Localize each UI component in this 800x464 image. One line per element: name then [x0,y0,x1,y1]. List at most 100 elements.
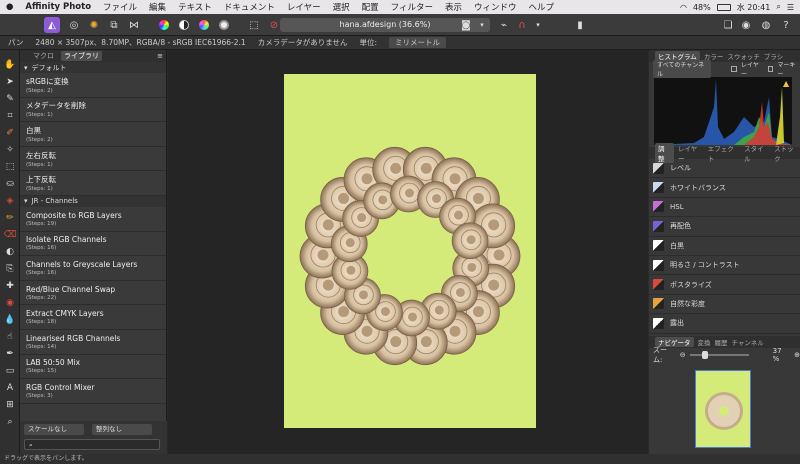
tab-macro[interactable]: マクロ [30,51,57,61]
menu-document[interactable]: ドキュメント [218,1,281,13]
pen-tool-icon[interactable]: ✒ [3,347,17,361]
document-canvas[interactable] [284,74,536,428]
spotlight-icon[interactable]: ⌕ [776,2,780,12]
text-tool-icon[interactable]: A [3,381,17,395]
zoom-out-icon[interactable]: ⊖ [680,351,686,359]
mask-dropdown-icon[interactable]: ▾ [474,17,490,33]
canvas-area[interactable] [168,50,648,454]
help-icon[interactable]: ? [778,17,794,33]
mesh-warp-icon[interactable]: ⊞ [3,398,17,412]
units-select[interactable]: ミリメートル [389,37,447,48]
user-icon[interactable]: ◉ [738,17,754,33]
wifi-icon[interactable]: ◠ [680,3,687,12]
zoom-slider-thumb[interactable] [701,350,708,359]
adjustment-item[interactable]: 露出 [649,314,800,334]
battery-icon[interactable] [716,3,731,11]
macro-item[interactable]: RGB Control Mixer (Steps: 3) [20,379,166,404]
adjustment-item[interactable]: 白黒 [649,237,800,256]
shape-tool-icon[interactable]: ▭ [3,364,17,378]
disclosure-icon[interactable]: ▾ [24,197,28,205]
macro-item[interactable]: Linearised RGB Channels (Steps: 14) [20,330,166,355]
adjustment-item[interactable]: 明るさ / コントラスト [649,256,800,276]
macro-item[interactable]: 左右反転 (Steps: 1) [20,147,166,172]
channel-select[interactable]: すべてのチャンネル [653,60,712,78]
tab-channels[interactable]: チャンネル [732,337,764,347]
macro-item[interactable]: Isolate RGB Channels (Steps: 16) [20,232,166,257]
macro-item[interactable]: 白黒 (Steps: 2) [20,122,166,147]
globe-icon[interactable]: ◍ [758,17,774,33]
menu-text[interactable]: テキスト [172,1,218,13]
move-tool-icon[interactable]: ➤ [3,75,17,89]
adjustment-item[interactable]: 自然な彩度 [649,295,800,315]
menu-help[interactable]: ヘルプ [522,1,560,13]
navigator-preview[interactable] [695,370,751,448]
disclosure-icon[interactable]: ▾ [24,64,28,72]
adjustment-item[interactable]: HSL [649,198,800,218]
fill-tool-icon[interactable]: ⛀ [3,177,17,191]
clone-brush-icon[interactable]: ⎘ [3,262,17,276]
adjustment-item[interactable]: ポスタライズ [649,275,800,295]
tab-transform[interactable]: 変換 [698,337,711,347]
battery-text[interactable]: 48% [693,3,711,12]
snap-dropdown-icon[interactable]: ▾ [530,17,546,33]
menu-filter[interactable]: フィルター [385,1,439,13]
menu-file[interactable]: ファイル [97,1,143,13]
control-center-icon[interactable]: ☰ [787,3,794,12]
hand-tool-icon[interactable]: ✋ [3,58,17,72]
marquee-tool-icon[interactable]: ⬚ [3,160,17,174]
flood-select-icon[interactable]: ✧ [3,143,17,157]
macro-item[interactable]: Red/Blue Channel Swap (Steps: 22) [20,281,166,306]
adjustment-item[interactable]: 再配色 [649,217,800,237]
arrange-icon[interactable]: ❏ [720,17,736,33]
gradient-tool-icon[interactable]: ◈ [3,194,17,208]
selection-brush-icon[interactable]: ✐ [3,126,17,140]
macro-item[interactable]: LAB 50:50 Mix (Steps: 15) [20,355,166,380]
liquify-persona-icon[interactable]: ◎ [66,17,82,33]
smudge-brush-icon[interactable]: ☝ [3,330,17,344]
macro-item[interactable]: Composite to RGB Layers (Steps: 19) [20,207,166,232]
blur-brush-icon[interactable]: 💧 [3,313,17,327]
assistant-icon[interactable]: ▮ [572,17,588,33]
library-search-input[interactable]: ⌕ [24,439,160,450]
white-balance-toolbar-icon[interactable] [216,17,232,33]
select-all-icon[interactable]: ⬚ [246,17,262,33]
menu-view[interactable]: 表示 [439,1,468,13]
macro-item[interactable]: Min/Max Greyscale Layers [20,404,166,407]
zoom-in-icon[interactable]: ⊕ [794,351,800,359]
crop-tool-icon[interactable]: ⌗ [3,109,17,123]
snap-icon[interactable]: ∩ [514,17,530,33]
layer-checkbox[interactable] [731,66,738,72]
dodge-brush-icon[interactable]: ◐ [3,245,17,259]
photo-persona-icon[interactable]: ◭ [44,17,60,33]
zoom-tool-icon[interactable]: ⌕ [3,415,17,429]
blemish-tool-icon[interactable]: ✚ [3,279,17,293]
panel-menu-icon[interactable]: ≡ [157,52,166,60]
color-wheel-icon[interactable] [156,17,172,33]
scale-select[interactable]: スケールなし [24,424,84,435]
category-jr-channels[interactable]: ▾ JR - Channels [20,195,166,207]
saturation-icon[interactable] [196,17,212,33]
zoom-slider[interactable] [689,350,749,359]
clock[interactable]: 水 20:41 [737,2,771,13]
app-menu[interactable]: Affinity Photo [19,2,97,12]
tab-adjustments[interactable]: 調整 [655,143,674,163]
quick-mask-icon[interactable]: ◙ [458,17,474,33]
tone-mapping-persona-icon[interactable]: ⧉ [106,17,122,33]
macro-item[interactable]: メタデータを削除 (Steps: 1) [20,98,166,123]
menu-edit[interactable]: 編集 [143,1,172,13]
contrast-icon[interactable] [176,17,192,33]
develop-persona-icon[interactable]: ✺ [86,17,102,33]
menu-select[interactable]: 選択 [327,1,356,13]
sort-select[interactable]: 整列なし [92,424,152,435]
refine-selection-icon[interactable]: ⌁ [496,17,512,33]
paint-brush-icon[interactable]: ✏ [3,211,17,225]
tab-layers[interactable]: レイヤー [678,143,704,163]
tab-styles[interactable]: スタイル [744,143,770,163]
category-default[interactable]: ▾ デフォルト [20,62,166,73]
tab-effects[interactable]: エフェクト [708,143,740,163]
menu-window[interactable]: ウィンドウ [468,1,523,13]
red-eye-icon[interactable]: ◉ [3,296,17,310]
marquee-checkbox[interactable] [767,66,774,72]
menu-layer[interactable]: レイヤー [281,1,327,13]
adjustment-item[interactable]: ホワイトバランス [649,178,800,198]
